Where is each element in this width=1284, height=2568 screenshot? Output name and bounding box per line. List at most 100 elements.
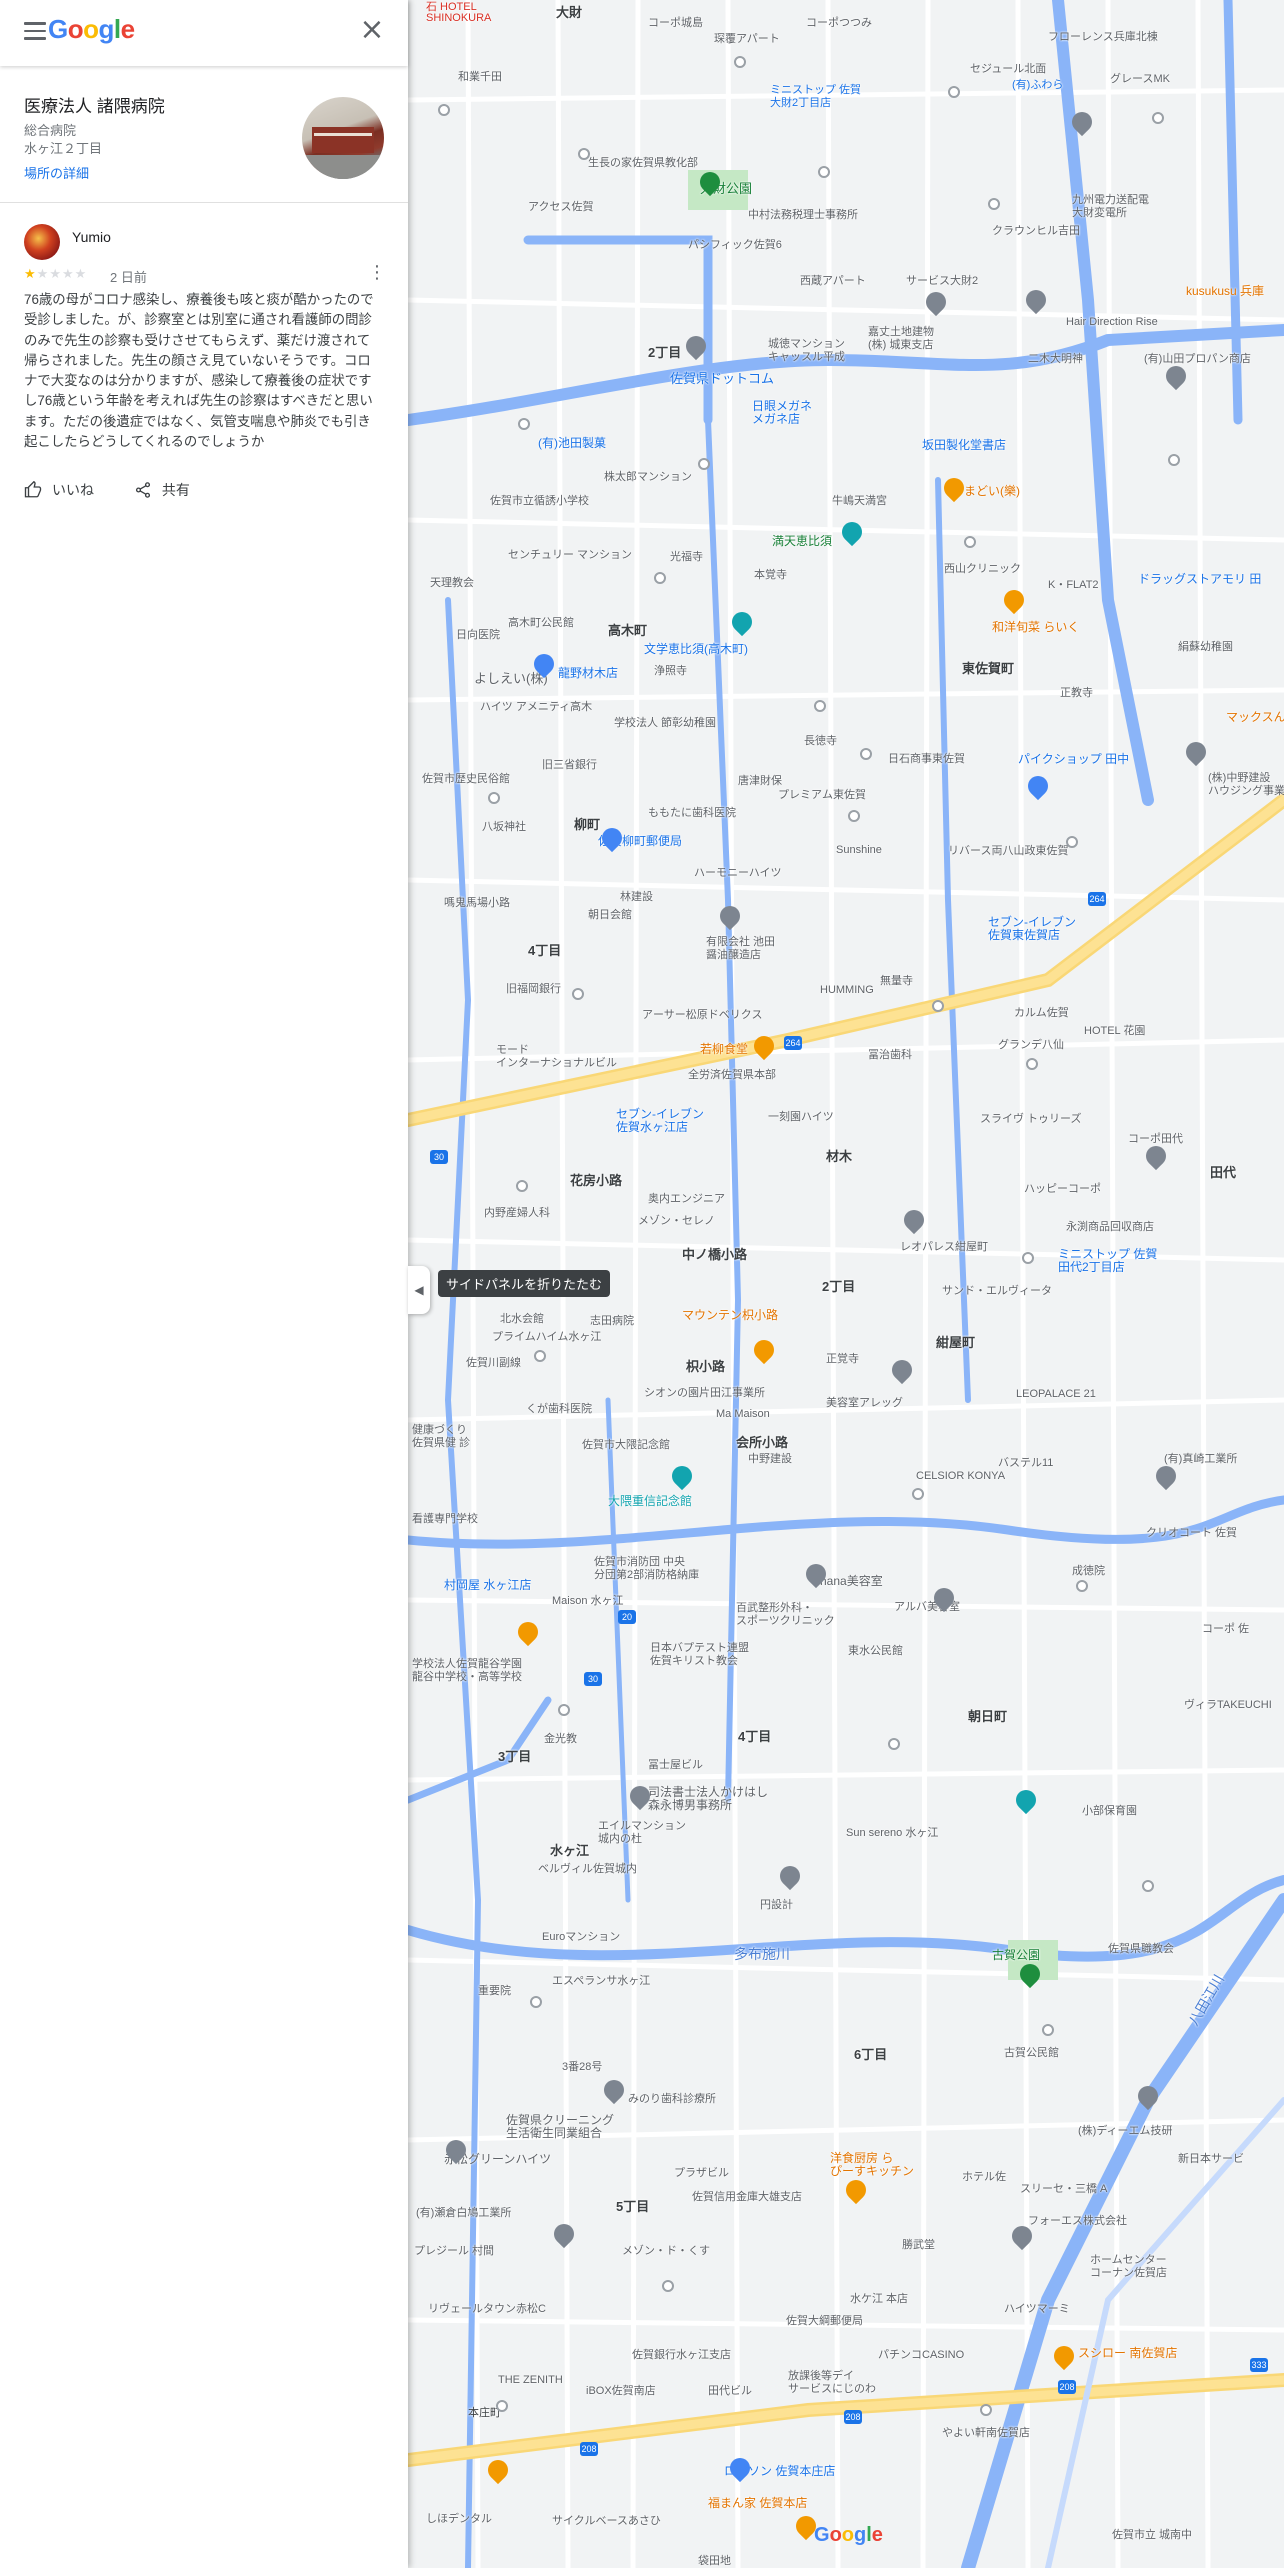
place-dot[interactable] [818,166,830,178]
place-dot[interactable] [964,536,976,548]
map-label: 放課後等デイ サービスにじのわ [788,2370,876,2395]
map-label: 北水会館 [500,1313,544,1325]
map-label: 学校法人佐賀龍谷学園 龍谷中学校・高等学校 [412,1658,522,1683]
map-label[interactable]: パイクショップ 田中 [1018,750,1129,767]
map-label[interactable]: 満天恵比須 [772,532,832,549]
avatar[interactable] [24,224,60,260]
map-label: 冨治歯科 [868,1049,912,1061]
map-label: スライヴ トゥリーズ [980,1113,1082,1125]
map-label[interactable]: ドラッグストアモリ 田 [1138,570,1261,587]
place-dot[interactable] [558,1704,570,1716]
place-dot[interactable] [1142,1880,1154,1892]
place-dot[interactable] [518,418,530,430]
place-dot[interactable] [814,700,826,712]
map-label: 袋田地 [698,2555,731,2567]
map-label[interactable]: 洋食厨房 ら ぴーすキッチン [830,2152,914,2178]
place-dot[interactable] [534,1350,546,1362]
map-label: クラウンヒル吉田 [992,225,1080,237]
place-dot[interactable] [988,198,1000,210]
place-dot[interactable] [496,2400,508,2412]
map-label[interactable]: セブン-イレブン 佐賀東佐賀店 [988,916,1076,942]
map-label[interactable]: マウンテン枳小路 [682,1306,778,1323]
map-label[interactable]: 佐賀県ドットコム [670,368,774,387]
map-label[interactable]: 日眼メガネ メガネ店 [752,400,812,426]
map-label[interactable]: 文学恵比須(高木町) [644,640,748,657]
menu-button[interactable] [24,22,46,40]
map-label[interactable]: kusukusu 兵庫 [1186,282,1264,299]
place-dot[interactable] [1022,1252,1034,1264]
map-label[interactable]: ミニストップ 佐賀 大財2丁目店 [770,84,861,110]
google-logo[interactable]: Google [48,14,135,45]
place-dot[interactable] [734,56,746,68]
place-dot[interactable] [530,1996,542,2008]
map-label[interactable]: 若柳食堂 [700,1040,748,1057]
place-dot[interactable] [980,2404,992,2416]
map-label[interactable]: まどい(樂) [964,482,1020,499]
map-label: 佐賀市立 城南中 [1112,2529,1193,2541]
map-label: (有)山田プロパン商店 [1144,353,1251,365]
map-label[interactable]: 坂田製化堂書店 [922,436,1006,453]
share-label: 共有 [161,482,190,498]
place-dot[interactable] [1066,836,1078,848]
map-label[interactable]: 古賀公園 [992,1946,1040,1963]
place-dot[interactable] [488,792,500,804]
place-dot[interactable] [860,748,872,760]
place-dot[interactable] [912,1488,924,1500]
place-dot[interactable] [698,458,710,470]
map-label[interactable]: 和洋旬菜 らいく [992,618,1079,635]
map-label: 佐賀銀行水ヶ江支店 [632,2349,731,2361]
place-dot[interactable] [1152,112,1164,124]
map-label[interactable]: 龍野材木店 [558,664,618,681]
place-dot[interactable] [516,1180,528,1192]
map-label: ハイツマーミ [1004,2303,1070,2315]
map-label[interactable]: ミニストップ 佐賀 田代2丁目店 [1058,1248,1157,1274]
map-label[interactable]: 石 HOTEL SHINOKURA [426,2,491,24]
map-label: 小部保育園 [1082,1805,1137,1817]
map-label[interactable]: セブン-イレブン 佐賀水ヶ江店 [616,1108,704,1134]
reviewer-name[interactable]: Yumio [72,229,111,245]
map-label: ベルヴィル佐賀城内 [538,1863,637,1875]
place-dot[interactable] [1026,1058,1038,1070]
map-label[interactable]: 村岡屋 水ヶ江店 [444,1576,531,1593]
star-empty-icon: ★ [74,266,88,281]
place-title: 医療法人 諸隈病院 [24,97,165,116]
place-dot[interactable] [948,86,960,98]
close-button[interactable]: × [356,14,388,46]
more-options-icon[interactable]: ⋮ [368,262,386,282]
place-dot[interactable] [662,2280,674,2292]
map-label: ハーモニーハイツ [694,867,782,879]
route-shield: 264 [784,1036,802,1050]
place-dot[interactable] [1168,454,1180,466]
place-dot[interactable] [572,988,584,1000]
place-dot[interactable] [848,810,860,822]
place-dot[interactable] [1042,2024,1054,2036]
share-button[interactable]: 共有 [134,480,190,500]
like-label: いいね [52,482,94,498]
map-label: エイルマンション 城内の杜 [598,1820,686,1845]
map-label[interactable]: 大隈重信記念館 [608,1492,692,1509]
map-label: 材木 [826,1149,853,1164]
place-dot[interactable] [578,148,590,160]
map-label: リヴェールタウン赤松C [428,2303,546,2315]
place-photo[interactable] [302,97,384,179]
map-label: 旧福岡銀行 [506,983,561,995]
map-label[interactable]: (有)池田製菓 [538,434,606,451]
map-label: 百武整形外科・ スポーツクリニック [736,1602,835,1627]
place-dot[interactable] [1076,1580,1088,1592]
place-dot[interactable] [654,572,666,584]
map-label: 重要院 [478,1985,511,1997]
map-label: 日向医院 [456,629,500,641]
like-button[interactable]: いいね [24,480,94,500]
place-dot[interactable] [932,1000,944,1012]
map-label[interactable]: スシロー 南佐賀店 [1078,2344,1177,2361]
collapse-panel-button[interactable]: ◀ [408,1266,430,1314]
place-details-link[interactable]: 場所の詳細 [24,163,89,182]
map-label[interactable]: マックスん [1226,708,1284,725]
place-dot[interactable] [438,104,450,116]
map-label: 古賀公民館 [1004,2047,1059,2059]
map-label[interactable]: (有)ふわら [1012,76,1063,92]
place-dot[interactable] [888,1738,900,1750]
map-label: 3番28号 [562,2061,603,2073]
map-label[interactable]: 福まん家 佐賀本店 [708,2494,807,2511]
map-label: 大財 [556,5,583,20]
